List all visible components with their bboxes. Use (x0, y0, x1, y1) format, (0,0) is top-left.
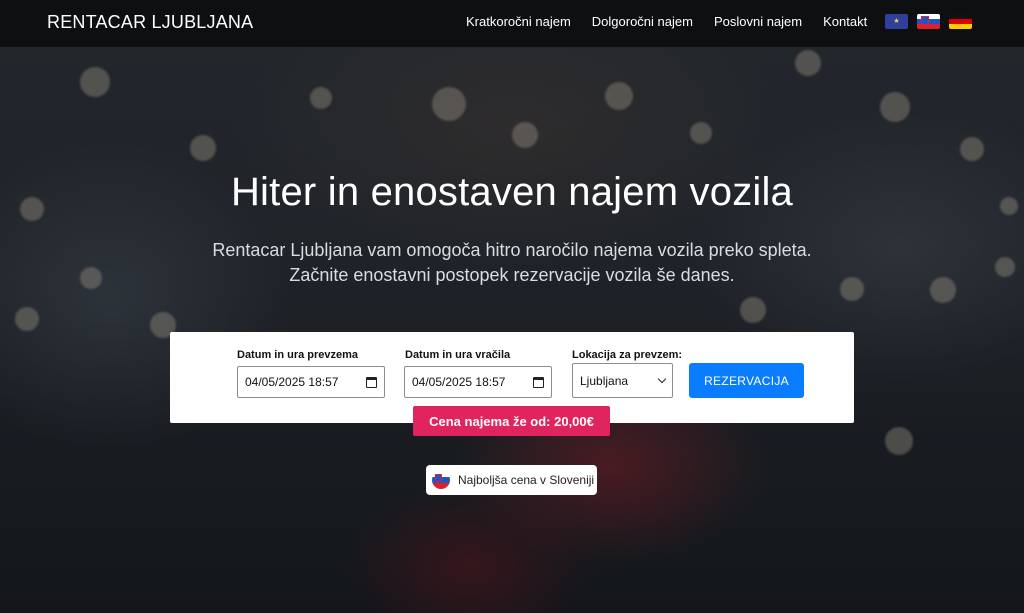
hero-background (0, 47, 1024, 613)
nav-link-business[interactable]: Poslovni najem (714, 14, 802, 29)
chevron-down-icon (657, 374, 667, 384)
brand-logo[interactable]: RENTACAR LJUBLJANA (47, 12, 253, 33)
nav-link-long-term[interactable]: Dolgoročni najem (592, 14, 693, 29)
pickup-label: Datum in ura prevzema (237, 349, 359, 361)
slovenia-flag-icon (432, 471, 450, 489)
return-label: Datum in ura vračila (405, 349, 511, 361)
reserve-button[interactable]: REZERVACIJA (689, 363, 804, 398)
hero-subtitle-line2: Začnite enostavni postopek rezervacije v… (289, 265, 735, 285)
hero-title: Hiter in enostaven najem vozila (230, 170, 794, 214)
navbar: RENTACAR LJUBLJANA Kratkoročni najem Dol… (0, 0, 1024, 47)
language-flags: ★ (885, 14, 981, 29)
pickup-datetime-input[interactable]: 04/05/2025 18:57 (237, 366, 385, 398)
pickup-datetime-value: 04/05/2025 18:57 (245, 375, 339, 389)
return-datetime-input[interactable]: 04/05/2025 18:57 (404, 366, 552, 398)
germany-flag-icon[interactable] (949, 14, 972, 29)
calendar-icon[interactable] (533, 376, 544, 388)
location-select[interactable]: Ljubljana (572, 363, 673, 398)
price-badge: Cena najema že od: 20,00€ (413, 406, 610, 436)
nav-link-contact[interactable]: Kontakt (823, 14, 867, 29)
nav-links: Kratkoročni najem Dolgoročni najem Poslo… (466, 14, 888, 29)
return-datetime-value: 04/05/2025 18:57 (412, 375, 506, 389)
slovenia-flag-icon[interactable] (917, 14, 940, 29)
hero-subtitle-line1: Rentacar Ljubljana vam omogoča hitro nar… (212, 240, 812, 260)
best-price-text: Najboljša cena v Sloveniji (458, 473, 595, 487)
nav-link-short-term[interactable]: Kratkoročni najem (466, 14, 571, 29)
location-label: Lokacija za prevzem: (572, 349, 683, 361)
calendar-icon[interactable] (366, 376, 377, 388)
eu-flag-icon[interactable]: ★ (885, 14, 908, 29)
best-price-badge: Najboljša cena v Sloveniji (426, 465, 597, 495)
location-value: Ljubljana (580, 373, 629, 388)
